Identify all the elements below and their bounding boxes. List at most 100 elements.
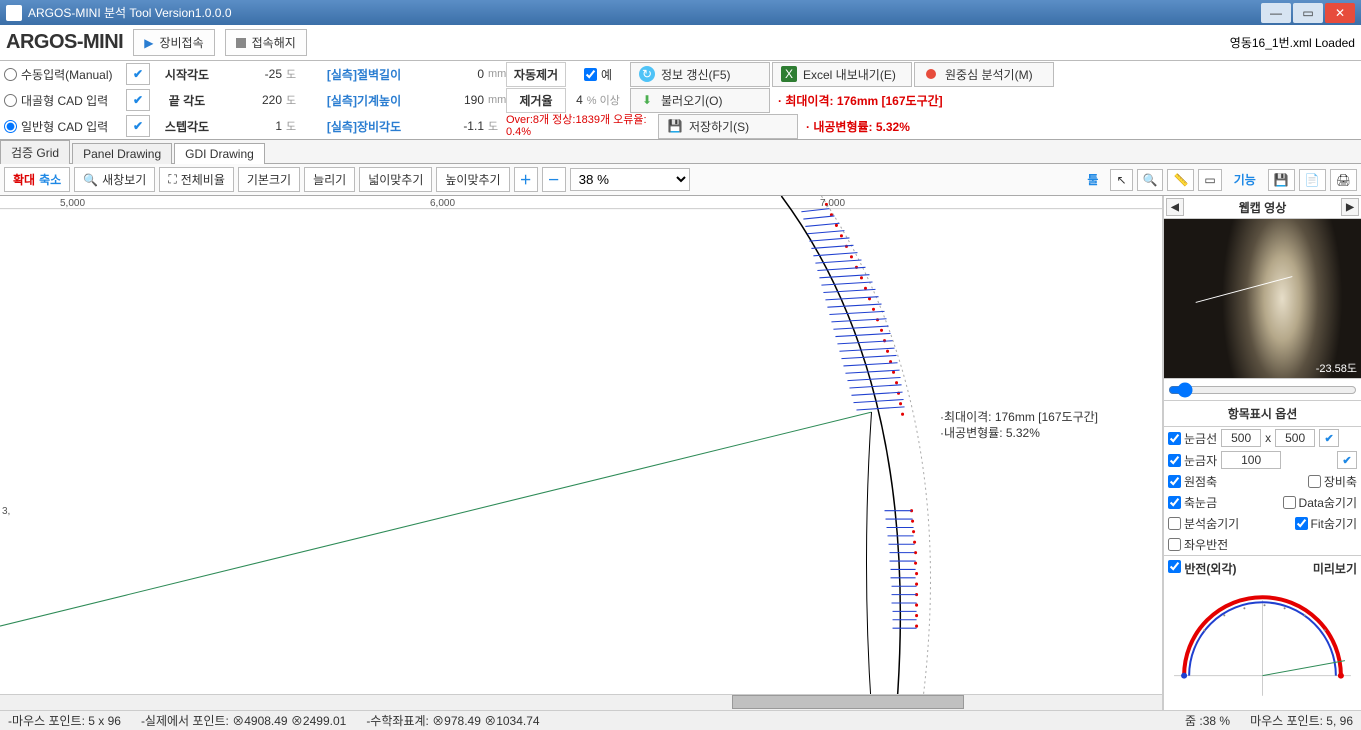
- status-max-deviation: · 최대이격: 176mm [167도구간]: [778, 92, 943, 109]
- start-angle-label: 시작각도: [152, 66, 222, 83]
- over-count-text: Over:8개 정상:1839개 오류율: 0.4%: [506, 114, 656, 138]
- analysis-hide-check[interactable]: 분석숨기기: [1168, 515, 1239, 532]
- print-button[interactable]: 🖨: [1330, 169, 1357, 191]
- tab-strip: 검증 Grid Panel Drawing GDI Drawing: [0, 140, 1361, 164]
- drawing-toolbar: 확대 축소 🔍새창보기 ⛶전체비율 기본크기 늘리기 넓이맞추기 높이맞추기 ＋…: [0, 164, 1361, 196]
- tab-gdi[interactable]: GDI Drawing: [174, 143, 265, 164]
- machine-height-label[interactable]: [실측]기계높이: [304, 92, 424, 109]
- zoom-select[interactable]: 38 %: [570, 168, 690, 191]
- ruler-tool[interactable]: 📏: [1167, 169, 1194, 191]
- maximize-button[interactable]: ▭: [1293, 3, 1323, 23]
- invert-outer-check[interactable]: 반전(외각): [1168, 560, 1237, 577]
- horizontal-scrollbar[interactable]: [0, 694, 1162, 710]
- expand-icon: ⛶: [168, 172, 176, 187]
- grid-y-input[interactable]: 500: [1275, 429, 1315, 447]
- drawing-canvas[interactable]: 5,000 6,000 7,000 3, ·최대이격: 176mm [167도구…: [0, 196, 1163, 710]
- start-angle-value[interactable]: -25: [224, 67, 284, 81]
- disconnect-label: 접속해지: [252, 34, 296, 51]
- ruler-tick-5000: 5,000: [60, 198, 85, 209]
- status-math: -수학좌표계: ⊗978.49 ⊗1034.74: [366, 712, 539, 729]
- save-button[interactable]: 💾저장하기(S): [658, 114, 798, 139]
- ruler-apply[interactable]: ✔: [1337, 451, 1357, 469]
- tab-grid[interactable]: 검증 Grid: [0, 140, 70, 164]
- mode-general-radio[interactable]: 일반형 CAD 입력: [4, 118, 124, 135]
- status-mouse: -마우스 포인트: 5 x 96: [8, 712, 121, 729]
- grid-apply[interactable]: ✔: [1319, 429, 1339, 447]
- webcam-prev-button[interactable]: ◀: [1166, 198, 1184, 216]
- fitheight-button[interactable]: 높이맞추기: [436, 167, 509, 192]
- minimize-button[interactable]: —: [1261, 3, 1291, 23]
- stop-icon: [236, 38, 246, 48]
- cut-length-label[interactable]: [실측]절벽길이: [304, 66, 424, 83]
- mode-symmetric-apply[interactable]: ✔: [126, 89, 150, 111]
- remove-rate-label: 제거율: [506, 88, 566, 113]
- ruler-y-3: 3,: [2, 506, 10, 517]
- excel-icon: X: [781, 66, 797, 82]
- fitwidth-button[interactable]: 넓이맞추기: [359, 167, 432, 192]
- connect-button[interactable]: ▶ 장비접속: [133, 29, 214, 56]
- circle-analyzer-button[interactable]: 원중심 분석기(M): [914, 62, 1054, 87]
- ruler-check[interactable]: 눈금자: [1168, 452, 1217, 469]
- status-real: -실제에서 포인트: ⊗4908.49 ⊗2499.01: [141, 712, 346, 729]
- webcam-angle-label: -23.58도: [1316, 360, 1357, 376]
- lr-flip-check[interactable]: 좌우반전: [1168, 536, 1228, 553]
- settings-panel: 수동입력(Manual) ✔ 시작각도 -25 도 [실측]절벽길이 0 mm …: [0, 61, 1361, 140]
- machine-height-value[interactable]: 190: [426, 93, 486, 107]
- mode-symmetric-radio[interactable]: 대골형 CAD 입력: [4, 92, 124, 109]
- excel-export-button[interactable]: XExcel 내보내기(E): [772, 62, 912, 87]
- options-title: 항목표시 옵션: [1164, 401, 1361, 427]
- fullfit-button[interactable]: ⛶전체비율: [159, 167, 234, 192]
- device-axis-check[interactable]: 장비축: [1308, 473, 1357, 490]
- window-title: ARGOS-MINI 분석 Tool Version1.0.0.0: [28, 4, 232, 21]
- refresh-button[interactable]: ↻정보 갱신(F5): [630, 62, 770, 87]
- fit-hide-check[interactable]: Fit숨기기: [1295, 515, 1357, 532]
- app-icon: [6, 5, 22, 21]
- function-label: 기능: [1226, 168, 1264, 191]
- ruler-tick-7000: 7,000: [820, 198, 845, 209]
- connect-label: 장비접속: [159, 34, 203, 51]
- app-logo: ARGOS-MINI: [6, 31, 123, 54]
- newwindow-button[interactable]: 🔍새창보기: [74, 167, 155, 192]
- app-header: ARGOS-MINI ▶ 장비접속 접속해지 영동16_1번.xml Loade…: [0, 25, 1361, 61]
- plus-button[interactable]: ＋: [514, 167, 538, 192]
- download-icon: ⬇: [639, 92, 655, 108]
- webcam-next-button[interactable]: ▶: [1341, 198, 1359, 216]
- end-angle-label: 끝 각도: [152, 92, 222, 109]
- load-button[interactable]: ⬇불러오기(O): [630, 88, 770, 113]
- doc-button[interactable]: 📄: [1299, 169, 1326, 191]
- preview-label: 미리보기: [1313, 560, 1357, 577]
- zoom-tool[interactable]: 🔍: [1137, 169, 1164, 191]
- minus-button[interactable]: －: [542, 167, 566, 192]
- grid-x-input[interactable]: 500: [1221, 429, 1261, 447]
- disconnect-button[interactable]: 접속해지: [225, 29, 307, 56]
- remove-rate-value[interactable]: 4 % 이상: [568, 92, 628, 108]
- webcam-slider[interactable]: [1164, 379, 1361, 401]
- mode-manual-apply[interactable]: ✔: [126, 63, 150, 85]
- end-angle-value[interactable]: 220: [224, 93, 284, 107]
- device-angle-label[interactable]: [실측]장비각도: [304, 118, 424, 135]
- device-angle-value[interactable]: -1.1: [426, 119, 486, 133]
- rect-tool[interactable]: ▭: [1198, 169, 1221, 191]
- gridline-check[interactable]: 눈금선: [1168, 430, 1217, 447]
- window-titlebar: ARGOS-MINI 분석 Tool Version1.0.0.0 — ▭ ✕: [0, 0, 1361, 25]
- pointer-tool[interactable]: ↖: [1110, 169, 1132, 191]
- disk-button[interactable]: 💾: [1268, 169, 1295, 191]
- auto-remove-check[interactable]: 예: [568, 66, 628, 83]
- mode-general-apply[interactable]: ✔: [126, 115, 150, 137]
- origin-axis-check[interactable]: 원점축: [1168, 473, 1217, 490]
- ruler-val-input[interactable]: 100: [1221, 451, 1281, 469]
- zoom-in-button[interactable]: 확대 축소: [4, 167, 70, 192]
- stretch-button[interactable]: 늘리기: [304, 167, 355, 192]
- data-hide-check[interactable]: Data숨기기: [1283, 494, 1357, 511]
- webcam-title: 웹캡 영상: [1239, 199, 1287, 216]
- origsize-button[interactable]: 기본크기: [238, 167, 300, 192]
- axis-scale-check[interactable]: 축눈금: [1168, 494, 1217, 511]
- close-button[interactable]: ✕: [1325, 3, 1355, 23]
- tab-panel[interactable]: Panel Drawing: [72, 143, 172, 164]
- search-icon: 🔍: [83, 173, 98, 187]
- mode-manual-radio[interactable]: 수동입력(Manual): [4, 66, 124, 83]
- status-mouse2: 마우스 포인트: 5, 96: [1250, 712, 1353, 729]
- cut-length-value[interactable]: 0: [426, 67, 486, 81]
- step-angle-value[interactable]: 1: [224, 119, 284, 133]
- webcam-header: ◀ 웹캡 영상 ▶: [1164, 196, 1361, 219]
